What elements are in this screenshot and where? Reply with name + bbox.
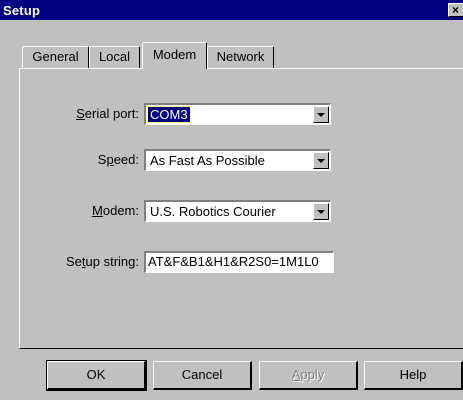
serial-port-value: COM3 xyxy=(147,106,191,123)
tab-general-label: General xyxy=(32,49,79,64)
close-button[interactable]: × xyxy=(448,3,463,17)
tab-modem-label: Modem xyxy=(152,47,197,62)
modem-select[interactable]: U.S. Robotics Courier xyxy=(144,200,331,222)
chevron-down-icon[interactable] xyxy=(313,152,329,169)
window-title: Setup xyxy=(3,3,41,18)
tab-local[interactable]: Local xyxy=(89,46,140,68)
setup-dialog: Setup × General Local Modem Network Seri… xyxy=(0,0,463,400)
help-button[interactable]: Help xyxy=(364,361,463,390)
tab-network[interactable]: Network xyxy=(207,46,274,68)
ok-button-label: OK xyxy=(86,367,106,382)
ok-button[interactable]: OK xyxy=(46,360,147,391)
help-button-label: Help xyxy=(399,367,427,382)
tab-general[interactable]: General xyxy=(22,46,89,68)
modem-value: U.S. Robotics Courier xyxy=(150,204,276,219)
title-bar[interactable]: Setup × xyxy=(0,0,463,20)
serial-port-label: Serial port: xyxy=(76,106,139,121)
cancel-button-label: Cancel xyxy=(181,367,223,382)
speed-label: Speed: xyxy=(97,152,139,167)
apply-button-label: Apply xyxy=(291,367,325,382)
cancel-button[interactable]: Cancel xyxy=(153,361,252,390)
apply-button[interactable]: Apply xyxy=(259,361,358,390)
speed-select[interactable]: As Fast As Possible xyxy=(144,149,331,171)
setup-string-input[interactable]: AT&F&B1&H1&R2S0=1M1L0 xyxy=(144,251,334,273)
close-icon: × xyxy=(452,3,460,17)
setup-string-label: Setup string: xyxy=(65,254,139,269)
tab-network-label: Network xyxy=(216,49,265,64)
tab-local-label: Local xyxy=(98,49,131,64)
chevron-down-icon[interactable] xyxy=(313,203,329,220)
tab-modem[interactable]: Modem xyxy=(142,42,207,69)
chevron-down-icon[interactable] xyxy=(313,106,329,123)
serial-port-select[interactable]: COM3 xyxy=(144,103,331,125)
speed-value: As Fast As Possible xyxy=(150,153,265,168)
modem-label: Modem: xyxy=(92,203,139,218)
